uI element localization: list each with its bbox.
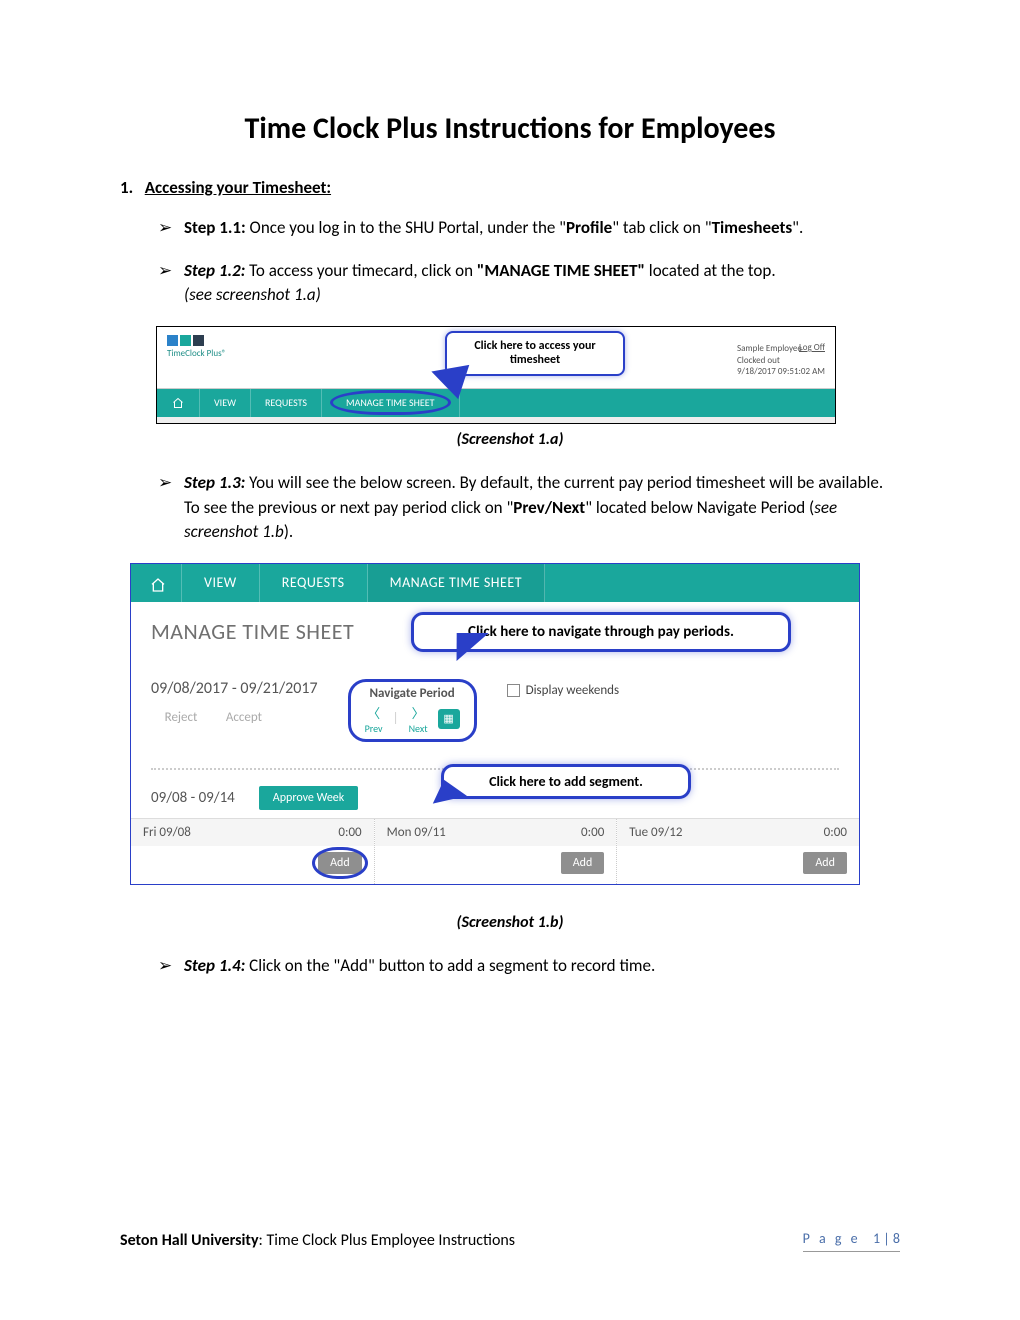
screenshot-1a: TimeClock Plus® Click here to access you… — [156, 326, 836, 424]
day-column: Fri 09/08 0:00 Add — [131, 819, 374, 884]
step-1-2: ➢ Step 1.2: To access your timecard, cli… — [158, 259, 900, 308]
home-icon — [171, 397, 185, 409]
callout-navigate-periods: Click here to navigate through pay perio… — [411, 612, 791, 652]
footer-left: Seton Hall University: Time Clock Plus E… — [120, 1231, 515, 1250]
bullet-icon: ➢ — [158, 259, 184, 308]
screenshot-1b: VIEW REQUESTS MANAGE TIME SHEET MANAGE T… — [130, 563, 860, 885]
clock-status: Clocked out — [737, 355, 825, 367]
reject-button[interactable]: Reject — [151, 710, 211, 725]
callout-access-timesheet: Click here to access your timesheet — [445, 331, 625, 376]
document-page: Time Clock Plus Instructions for Employe… — [0, 0, 1020, 1320]
add-segment-button[interactable]: Add — [803, 852, 847, 874]
caption-1a: (Screenshot 1.a) — [120, 430, 900, 449]
navigate-period-box: Navigate Period 〈 Prev | 〉 Next ▦ — [348, 679, 477, 742]
section-title: Accessing your Timesheet: — [145, 177, 331, 198]
app-logo: TimeClock Plus® — [167, 335, 226, 359]
nav-bar: VIEW REQUESTS MANAGE TIME SHEET — [157, 389, 835, 417]
day-label: Mon 09/11 — [387, 825, 446, 840]
step-label: Step 1.4: — [184, 955, 245, 976]
days-row: Fri 09/08 0:00 Add Mon 09/11 0:00 Add Tue … — [131, 818, 859, 884]
day-hours: 0:00 — [338, 825, 361, 840]
nav-view[interactable]: VIEW — [182, 564, 260, 602]
step-1-4: ➢ Step 1.4: Click on the "Add" button to… — [158, 954, 900, 979]
step-label: Step 1.1: — [184, 217, 246, 238]
day-label: Tue 09/12 — [629, 825, 682, 840]
section-1-heading: 1. Accessing your Timesheet: — [120, 177, 900, 198]
logoff-link[interactable]: Log Off — [799, 342, 825, 354]
see-ref: (see screenshot 1.a) — [184, 284, 321, 305]
bullet-icon: ➢ — [158, 954, 184, 979]
timestamp: 9/18/2017 09:51:02 AM — [737, 366, 825, 378]
navigate-period-label: Navigate Period — [365, 686, 460, 701]
checkbox-icon — [507, 684, 520, 697]
next-button[interactable]: 〉 Next — [409, 703, 428, 735]
bullet-icon: ➢ — [158, 471, 184, 545]
section-number: 1. — [120, 177, 133, 198]
step-1-1: ➢ Step 1.1: Once you log in to the SHU P… — [158, 216, 900, 241]
day-hours: 0:00 — [824, 825, 847, 840]
day-hours: 0:00 — [581, 825, 604, 840]
nav-home[interactable] — [157, 389, 200, 417]
day-label: Fri 09/08 — [143, 825, 191, 840]
nav-bar: VIEW REQUESTS MANAGE TIME SHEET — [131, 564, 859, 602]
chevron-left-icon: 〈 — [365, 703, 383, 722]
doc-title: Time Clock Plus Instructions for Employe… — [120, 110, 900, 147]
bullet-icon: ➢ — [158, 216, 184, 241]
home-icon — [149, 577, 163, 589]
pay-period-range: 09/08/2017 - 09/21/2017 — [151, 679, 318, 698]
nav-manage-timesheet[interactable]: MANAGE TIME SHEET — [368, 564, 545, 602]
approve-week-button[interactable]: Approve Week — [259, 786, 358, 810]
chevron-right-icon: 〉 — [409, 703, 428, 722]
week-range: 09/08 - 09/14 — [151, 789, 235, 807]
add-segment-button[interactable]: Add — [318, 852, 362, 874]
prev-button[interactable]: 〈 Prev — [365, 703, 383, 735]
user-info: Log Off Sample Employee Clocked out 9/18… — [737, 343, 825, 378]
calendar-icon[interactable]: ▦ — [438, 709, 460, 729]
footer-page: P a g e 1 | 8 — [803, 1230, 900, 1272]
step-label: Step 1.2: — [184, 260, 245, 281]
display-weekends-toggle[interactable]: Display weekends — [507, 683, 620, 698]
nav-home[interactable] — [131, 564, 182, 602]
add-segment-button[interactable]: Add — [561, 852, 605, 874]
caption-1b: (Screenshot 1.b) — [120, 913, 900, 932]
nav-requests[interactable]: REQUESTS — [260, 564, 368, 602]
accept-button[interactable]: Accept — [214, 710, 274, 725]
nav-requests[interactable]: REQUESTS — [251, 389, 322, 417]
nav-view[interactable]: VIEW — [200, 389, 251, 417]
callout-add-segment: Click here to add segment. — [441, 764, 691, 799]
day-column: Mon 09/11 0:00 Add — [374, 819, 617, 884]
step-label: Step 1.3: — [184, 472, 245, 493]
step-1-3: ➢ Step 1.3: You will see the below scree… — [158, 471, 900, 545]
day-column: Tue 09/12 0:00 Add — [616, 819, 859, 884]
